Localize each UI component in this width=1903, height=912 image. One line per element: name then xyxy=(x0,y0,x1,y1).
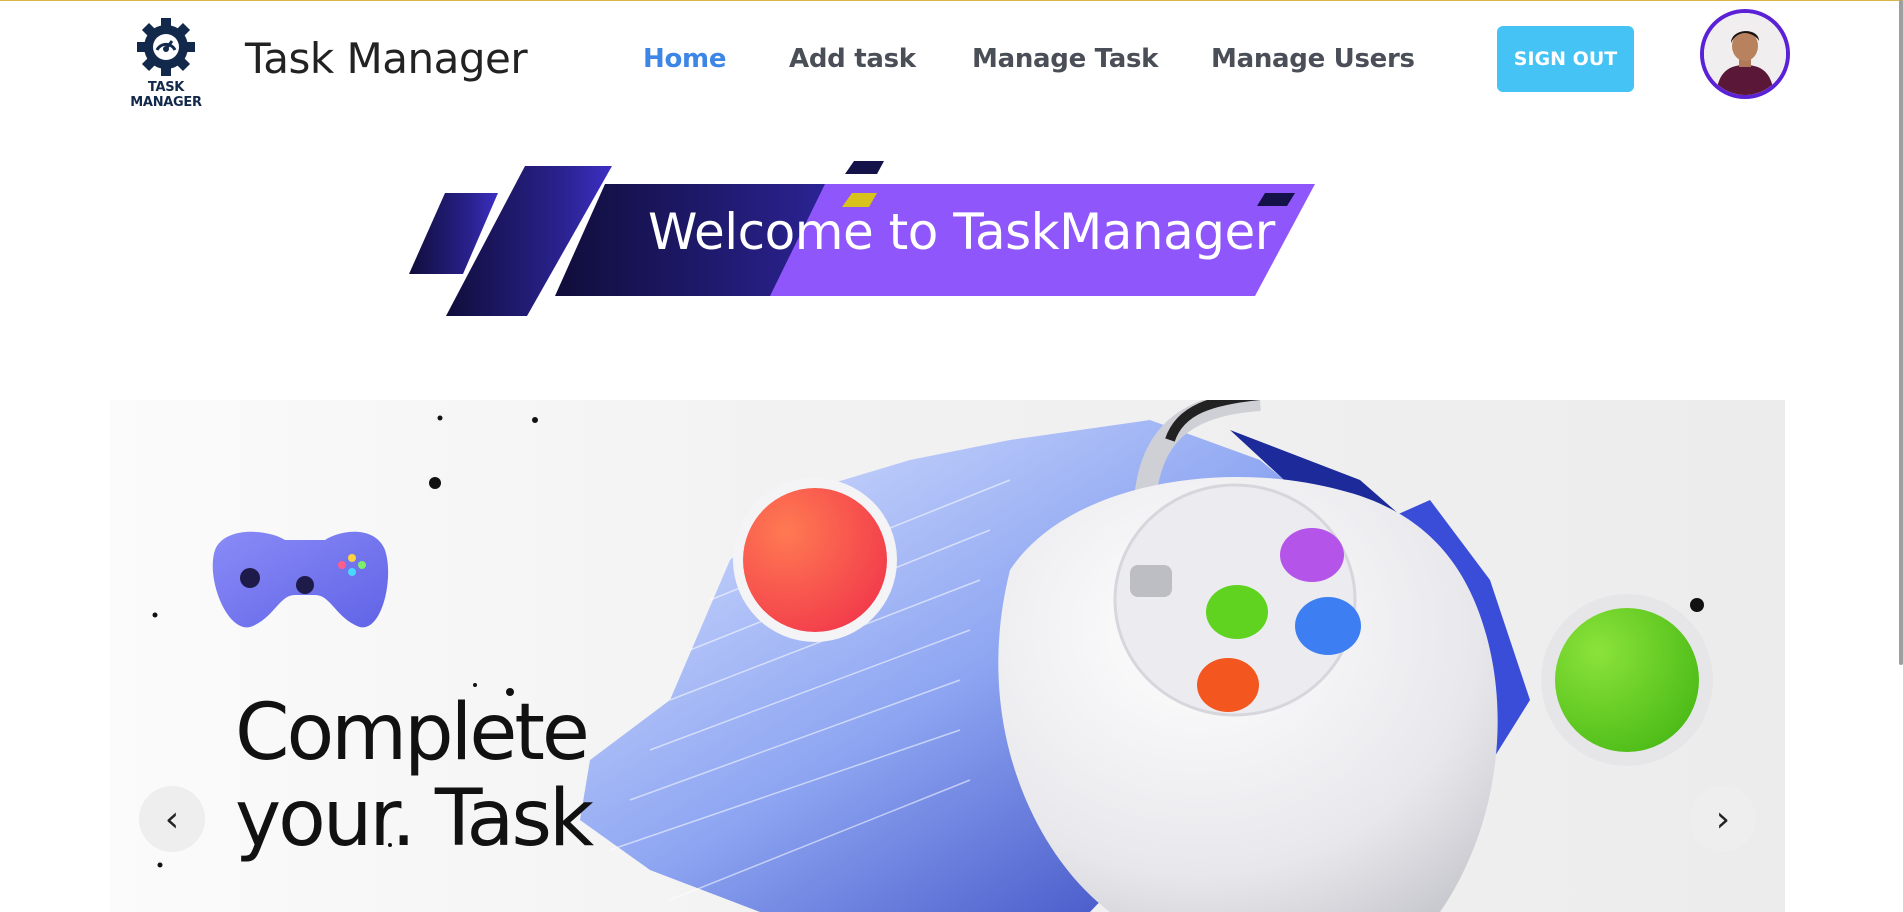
nav-manage-users[interactable]: Manage Users xyxy=(1211,44,1415,74)
profile-photo-icon xyxy=(1704,13,1786,95)
hero-carousel[interactable]: Complete your. Task ‹ › xyxy=(110,400,1785,912)
nav-manage-task[interactable]: Manage Task xyxy=(972,44,1158,74)
banner-title: Welcome to TaskManager xyxy=(648,203,1275,261)
logo-text: TASK MANAGER xyxy=(130,80,202,110)
carousel-next-button[interactable]: › xyxy=(1690,786,1756,852)
app-title: Task Manager xyxy=(245,34,528,83)
app-logo[interactable]: TASK MANAGER xyxy=(115,17,217,110)
chevron-right-icon: › xyxy=(1715,798,1731,840)
chevron-left-icon: ‹ xyxy=(164,798,180,840)
slide-heading: Complete your. Task xyxy=(235,688,594,864)
sign-out-button[interactable]: SIGN OUT xyxy=(1497,26,1634,92)
gear-icon xyxy=(137,18,195,76)
carousel-prev-button[interactable]: ‹ xyxy=(139,786,205,852)
nav-add-task[interactable]: Add task xyxy=(789,44,916,74)
nav-home[interactable]: Home xyxy=(643,44,726,74)
user-avatar[interactable] xyxy=(1700,9,1790,99)
page-scrollbar[interactable] xyxy=(1899,0,1903,665)
top-accent-line xyxy=(0,0,1903,1)
